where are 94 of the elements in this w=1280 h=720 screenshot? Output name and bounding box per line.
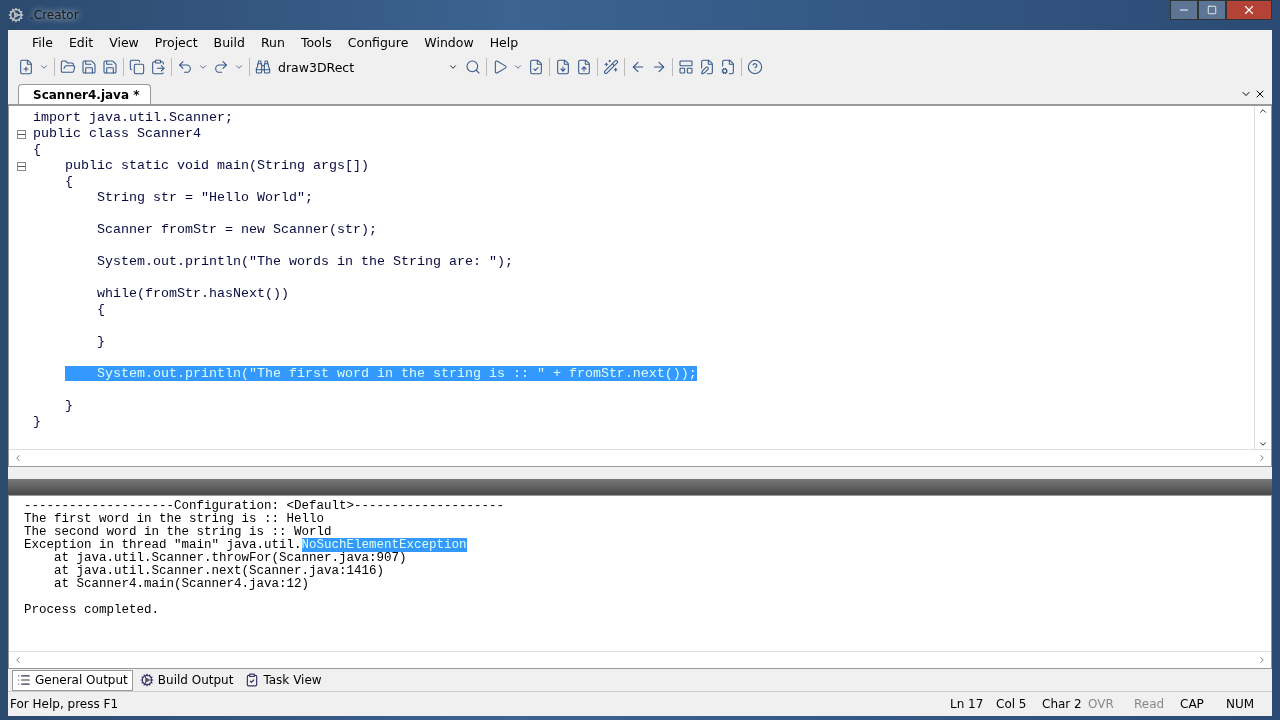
menu-item[interactable]: Edit bbox=[60, 31, 102, 53]
caret-icon[interactable] bbox=[234, 62, 244, 72]
help-icon[interactable] bbox=[747, 59, 763, 75]
run-icon[interactable] bbox=[492, 59, 508, 75]
file-tab[interactable]: Scanner4.java * bbox=[18, 84, 151, 104]
search-icon[interactable] bbox=[465, 59, 481, 75]
scroll-up-icon[interactable] bbox=[1258, 106, 1268, 116]
menu-item[interactable]: Help bbox=[481, 31, 527, 53]
edit-file-icon[interactable] bbox=[699, 59, 715, 75]
code-line: } bbox=[33, 414, 41, 429]
app-icon bbox=[8, 7, 24, 23]
output-tab[interactable]: Build Output bbox=[134, 669, 239, 691]
close-icon bbox=[1242, 3, 1256, 17]
save-icon[interactable] bbox=[81, 59, 97, 75]
file-down-icon[interactable] bbox=[555, 59, 571, 75]
selected-output: NoSuchElementException bbox=[301, 538, 467, 552]
fold-icon[interactable] bbox=[16, 129, 26, 139]
code-line: { bbox=[64, 174, 73, 189]
window-icon[interactable] bbox=[678, 59, 694, 75]
caret-icon[interactable] bbox=[448, 62, 458, 72]
status-indicator: NUM bbox=[1226, 697, 1256, 711]
clipboard-icon bbox=[245, 673, 260, 687]
output-tab[interactable]: Task View bbox=[240, 669, 327, 691]
menu-item[interactable]: Project bbox=[146, 31, 206, 53]
output-line: Process completed. bbox=[24, 603, 160, 617]
close-button[interactable] bbox=[1226, 0, 1272, 20]
find-combo[interactable]: draw3DRect bbox=[276, 57, 460, 77]
output-line: Exception in thread "main" java.util. bbox=[24, 538, 302, 552]
scroll-left-icon[interactable] bbox=[13, 655, 23, 665]
file-up-icon[interactable] bbox=[576, 59, 592, 75]
wand-icon[interactable] bbox=[603, 59, 619, 75]
scroll-left-icon[interactable] bbox=[13, 453, 23, 463]
menu-item[interactable]: File bbox=[24, 31, 61, 53]
menu-item[interactable]: Window bbox=[416, 31, 482, 53]
code-line: System.out.println("The words in the String are: "); bbox=[96, 254, 513, 269]
new-file-icon[interactable] bbox=[18, 59, 34, 75]
output-tab[interactable]: General Output bbox=[12, 669, 133, 691]
gear-icon bbox=[139, 673, 154, 687]
caret-icon[interactable] bbox=[513, 62, 523, 72]
output-line: The second word in the string is :: World bbox=[24, 525, 332, 539]
status-indicator: Ln 17 bbox=[950, 697, 985, 711]
caret-icon[interactable] bbox=[198, 62, 208, 72]
output-line: at Scanner4.main(Scanner4.java:12) bbox=[53, 577, 310, 591]
binoculars-icon[interactable] bbox=[255, 59, 271, 75]
copy-icon[interactable] bbox=[129, 59, 145, 75]
save-all-icon[interactable] bbox=[102, 59, 118, 75]
menu-item[interactable]: Tools bbox=[292, 31, 340, 53]
document-icon[interactable] bbox=[528, 59, 544, 75]
status-indicator: Col 5 bbox=[996, 697, 1028, 711]
code-line: public class Scanner4 bbox=[33, 126, 201, 141]
scroll-right-icon[interactable] bbox=[1257, 655, 1267, 665]
code-line: public static void main(String args[]) bbox=[64, 158, 369, 173]
minimize-button[interactable] bbox=[1170, 0, 1198, 20]
fold-icon[interactable] bbox=[16, 161, 26, 171]
scroll-down-icon[interactable] bbox=[1258, 439, 1268, 449]
output-line: at java.util.Scanner.throwFor(Scanner.java:907) bbox=[54, 551, 407, 565]
code-line: while(fromStr.hasNext()) bbox=[96, 286, 289, 301]
output-line: The first word in the string is :: Hello bbox=[24, 512, 325, 526]
status-text: For Help, press F1 bbox=[10, 697, 120, 711]
caret-icon[interactable] bbox=[39, 62, 49, 72]
code-line: } bbox=[64, 398, 73, 413]
file-settings-icon[interactable] bbox=[720, 59, 736, 75]
maximize-button[interactable] bbox=[1198, 0, 1226, 20]
paste-icon[interactable] bbox=[150, 59, 166, 75]
close-icon[interactable] bbox=[1254, 88, 1266, 100]
tab-label: General Output bbox=[35, 673, 128, 687]
menu-item[interactable]: Configure bbox=[339, 31, 417, 53]
code-line: Scanner fromStr = new Scanner(str); bbox=[96, 222, 377, 237]
back-icon[interactable] bbox=[630, 59, 646, 75]
tab-label: Build Output bbox=[157, 673, 234, 687]
status-indicator: Char 2 bbox=[1042, 697, 1083, 711]
list-icon bbox=[17, 673, 31, 687]
selected-code: System.out.println("The first word in the string is :: " + fromStr.next()); bbox=[65, 366, 697, 381]
output-line: --------------------Configuration: <Default>-------------------- bbox=[24, 499, 505, 513]
code-line: String str = "Hello World"; bbox=[96, 190, 313, 205]
status-indicator: OVR bbox=[1088, 697, 1115, 711]
code-line: } bbox=[96, 334, 105, 349]
menu-item[interactable]: Build bbox=[205, 31, 253, 53]
tab-label: Task View bbox=[263, 673, 322, 687]
code-line: { bbox=[96, 302, 105, 317]
forward-icon[interactable] bbox=[651, 59, 667, 75]
scroll-right-icon[interactable] bbox=[1257, 453, 1267, 463]
status-indicator: Read bbox=[1134, 697, 1166, 711]
menu-item[interactable]: View bbox=[101, 31, 147, 53]
window-title: .Creator bbox=[30, 8, 79, 22]
maximize-icon bbox=[1207, 5, 1217, 15]
undo-icon[interactable] bbox=[177, 59, 193, 75]
redo-icon[interactable] bbox=[213, 59, 229, 75]
status-indicator: CAP bbox=[1180, 697, 1205, 711]
code-line: { bbox=[33, 142, 41, 157]
output-line: at java.util.Scanner.next(Scanner.java:1416) bbox=[53, 564, 385, 578]
folder-icon[interactable] bbox=[60, 59, 76, 75]
code-line: import java.util.Scanner; bbox=[33, 110, 233, 125]
menu-item[interactable]: Run bbox=[253, 31, 293, 53]
